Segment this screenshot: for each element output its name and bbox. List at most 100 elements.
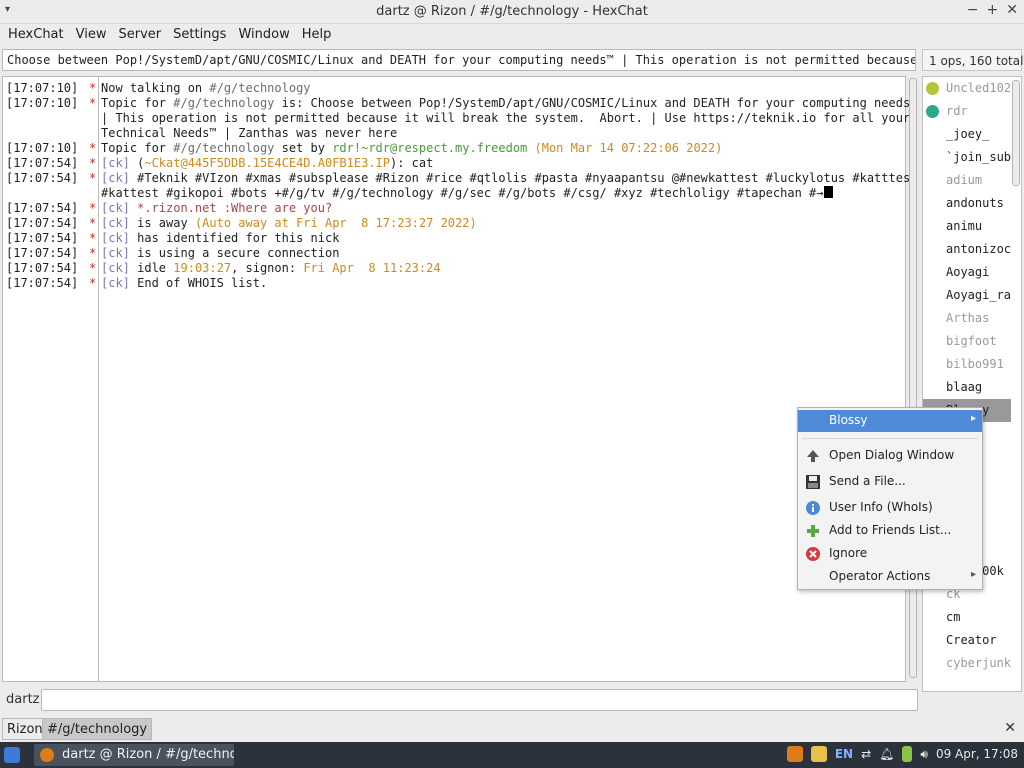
user-list-item[interactable]: andonuts	[923, 192, 1011, 215]
user-list[interactable]: Uncled102 rdr _joey_ `join_subadium andonuts…	[922, 76, 1022, 692]
menu-view[interactable]: View	[70, 24, 113, 46]
operator-actions-item[interactable]: Operator Actions ▸	[798, 566, 982, 588]
message-fragment: ): cat	[390, 156, 434, 170]
user-nick: Aoyagi	[946, 265, 990, 279]
up-arrow-icon	[807, 450, 819, 462]
clipboard-icon[interactable]	[810, 746, 827, 762]
menu-server[interactable]: Server	[112, 24, 167, 46]
user-nick: cm	[946, 610, 961, 624]
user-nick: Uncled102	[946, 81, 1011, 95]
message-fragment: set by	[274, 141, 333, 155]
message-fragment: *.rizon.net :Where are you?	[129, 201, 333, 215]
ignore-label: Ignore	[829, 546, 868, 560]
message-fragment: [ck]	[101, 231, 130, 245]
taskbar: dartz @ Rizon / #/g/technolo... EN ⇄ 🔔︎ …	[0, 742, 1024, 768]
tab-channel[interactable]: #/g/technology	[42, 718, 153, 740]
hexchat-icon	[40, 748, 54, 762]
message-fragment: End of WHOIS list.	[129, 276, 268, 290]
floppy-icon	[806, 475, 820, 489]
network-icon[interactable]: ⇄	[861, 747, 871, 761]
timestamp: [17:07:10]	[6, 96, 79, 110]
timestamp: [17:07:54]	[6, 276, 79, 290]
timestamp: [17:07:54]	[6, 171, 79, 185]
timestamp: [17:07:10]	[6, 141, 79, 155]
plus-icon	[807, 525, 819, 537]
message-fragment: Fri Apr 8 11:23:24	[303, 261, 441, 275]
event-marker: *	[89, 261, 97, 275]
user-nick: adium	[946, 173, 983, 187]
user-list-item[interactable]: rdr	[923, 100, 1011, 123]
battery-icon[interactable]	[902, 746, 913, 762]
chat-message: [ck] #Teknik #VIzon #xmas #subsplease #R…	[101, 171, 917, 186]
chat-message: [ck] (~Ckat@445F5DDB.15E4CE4D.A0FB1E3.IP…	[101, 156, 901, 171]
ignore-item[interactable]: Ignore	[798, 543, 982, 565]
message-fragment: ~Ckat@445F5DDB.15E4CE4D.A0FB1E3.IP	[144, 156, 390, 170]
user-list-item[interactable]: antonizoc	[923, 238, 1011, 261]
user-list-item[interactable]: cyberjunk	[923, 652, 1011, 675]
taskbar-window-button[interactable]: dartz @ Rizon / #/g/technolo...	[34, 744, 234, 766]
notification-bell-icon[interactable]: 🔔︎	[879, 747, 894, 761]
timestamp: [17:07:54]	[6, 231, 79, 245]
message-fragment: is away	[129, 216, 195, 230]
user-list-item[interactable]: adium	[923, 169, 1011, 192]
user-list-item[interactable]: bilbo991	[923, 353, 1011, 376]
open-dialog-window-item[interactable]: Open Dialog Window	[798, 445, 982, 467]
volume-icon[interactable]: 🔊︎	[920, 747, 928, 762]
start-menu-icon[interactable]	[4, 747, 20, 763]
keyboard-layout-indicator[interactable]: EN	[835, 747, 853, 761]
maximize-icon[interactable]: +	[987, 2, 999, 18]
user-context-menu: Blossy ▸ Open Dialog Window Send a File.…	[797, 407, 983, 590]
message-fragment: Mon Mar 14 07:22:06 2022	[541, 141, 716, 155]
tab-server[interactable]: Rizon	[2, 718, 48, 740]
close-tab-icon[interactable]: ✕	[1004, 720, 1016, 736]
chat-message: Topic for #/g/technology set by rdr!~rdr…	[101, 141, 901, 156]
user-list-scrollbar-thumb[interactable]	[1012, 80, 1020, 186]
message-fragment: [ck]	[101, 201, 130, 215]
user-list-item[interactable]: blaag	[923, 376, 1011, 399]
event-marker: *	[89, 231, 97, 245]
menu-settings[interactable]: Settings	[167, 24, 232, 46]
message-fragment: #/g/technology	[173, 141, 275, 155]
user-list-item[interactable]: _joey_	[923, 123, 1011, 146]
menu-hexchat[interactable]: HexChat	[2, 24, 70, 46]
chat-message: [ck] *.rizon.net :Where are you?	[101, 201, 901, 216]
chat-log[interactable]: [17:07:10] * Now talking on #/g/technology…	[2, 76, 917, 682]
menu-window[interactable]: Window	[232, 24, 295, 46]
message-fragment: [ck]	[101, 171, 130, 185]
clock[interactable]: 09 Apr, 17:08	[936, 747, 1018, 761]
user-nick: bigfoot	[946, 334, 997, 348]
topic-bar: Choose between Pop!/SystemD/apt/GNU/COSM…	[0, 48, 1024, 74]
user-list-item[interactable]: Aoyagi	[923, 261, 1011, 284]
context-menu-header[interactable]: Blossy ▸	[798, 410, 982, 432]
nick-button[interactable]: dartz	[6, 692, 39, 707]
minimize-icon[interactable]: −	[967, 2, 979, 18]
event-marker: *	[89, 201, 97, 215]
add-friends-item[interactable]: Add to Friends List...	[798, 520, 982, 542]
user-list-item[interactable]: `join_sub	[923, 146, 1011, 169]
user-info-item[interactable]: User Info (WhoIs)	[798, 497, 982, 519]
menu-help[interactable]: Help	[296, 24, 338, 46]
user-list-item[interactable]: cm	[923, 606, 1011, 629]
user-list-scrollbar[interactable]	[1010, 76, 1022, 692]
user-list-item[interactable]: Arthas	[923, 307, 1011, 330]
message-fragment: [ck]	[101, 261, 130, 275]
message-input[interactable]	[41, 689, 918, 711]
user-nick: Arthas	[946, 311, 990, 325]
chat-scrollbar[interactable]	[907, 76, 919, 682]
topic-field[interactable]: Choose between Pop!/SystemD/apt/GNU/COSM…	[2, 49, 916, 71]
user-list-item[interactable]: animu	[923, 215, 1011, 238]
chat-message: [ck] is using a secure connection	[101, 246, 901, 261]
hexchat-tray-icon[interactable]	[786, 746, 803, 762]
event-marker: *	[89, 171, 97, 185]
user-list-item[interactable]: Aoyagi_ra	[923, 284, 1011, 307]
message-fragment: idle	[129, 261, 174, 275]
user-list-item[interactable]: Uncled102	[923, 77, 1011, 100]
send-file-item[interactable]: Send a File...	[798, 471, 982, 493]
event-marker: *	[89, 276, 97, 290]
user-list-item[interactable]: bigfoot	[923, 330, 1011, 353]
message-fragment: is: Choose between Pop!/SystemD/apt/GNU/…	[274, 96, 918, 110]
text-cursor	[824, 186, 834, 198]
user-list-item[interactable]: Creator	[923, 629, 1011, 652]
timestamp: [17:07:54]	[6, 201, 79, 215]
close-icon[interactable]: ✕	[1006, 2, 1018, 18]
